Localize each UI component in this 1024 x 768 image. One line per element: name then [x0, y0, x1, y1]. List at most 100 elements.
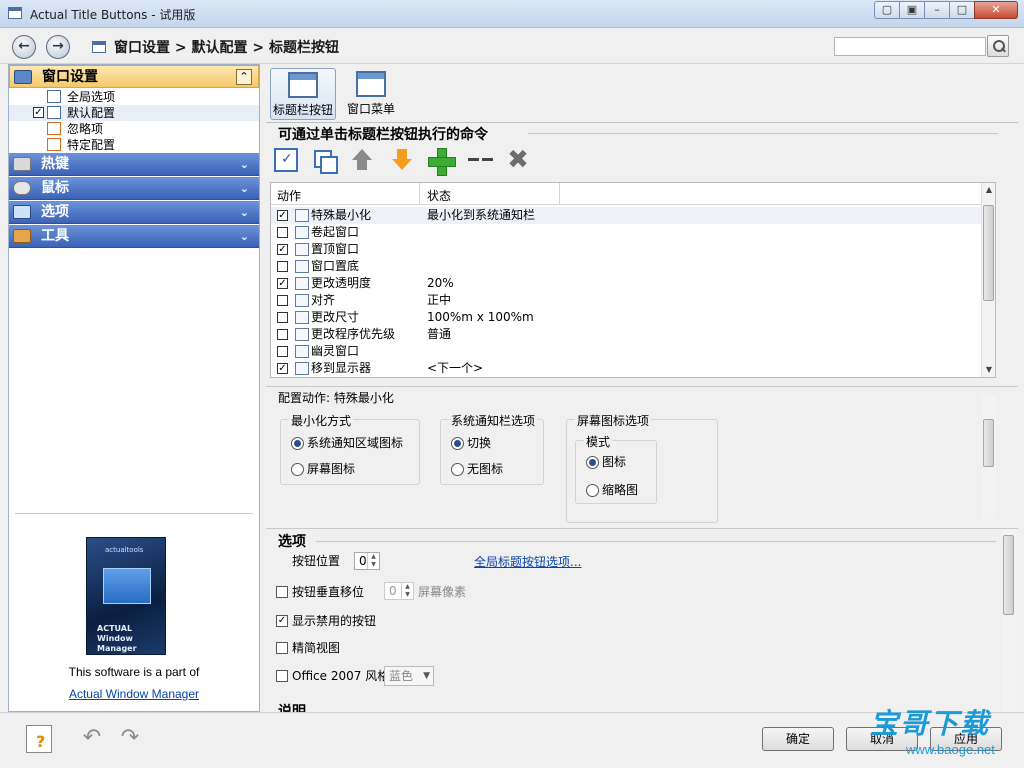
table-row[interactable]: 卷起窗口 — [271, 224, 983, 241]
delete-icon[interactable]: ✖ — [506, 147, 530, 173]
table-row[interactable]: 对齐 正中 — [271, 292, 983, 309]
table-row[interactable]: ✓ 特殊最小化 最小化到系统通知栏 — [271, 207, 983, 224]
forward-arrow-icon[interactable]: → — [46, 35, 70, 59]
exclusions-icon — [47, 122, 61, 135]
tree-item-default-config[interactable]: ✓ 默认配置 — [9, 105, 259, 121]
expand-icon[interactable]: ⌄ — [240, 225, 249, 248]
copy-icon[interactable] — [312, 148, 338, 174]
action-label: 移到显示器 — [311, 361, 372, 375]
tree-item-exclusions[interactable]: 忽略项 — [9, 121, 259, 137]
row-checkbox[interactable] — [277, 227, 288, 238]
radio-tray-icon[interactable]: 系统通知区域图标 — [291, 436, 403, 450]
action-state: 正中 — [427, 293, 452, 307]
vertical-offset-checkbox[interactable] — [276, 586, 288, 598]
sidebar-section-tools[interactable]: 工具 ⌄ — [9, 225, 259, 248]
row-checkbox[interactable]: ✓ — [277, 278, 288, 289]
move-down-icon[interactable] — [390, 148, 414, 172]
table-row[interactable]: 窗口置底 — [271, 258, 983, 275]
promo-link[interactable]: Actual Window Manager — [9, 687, 259, 701]
action-label: 特殊最小化 — [311, 208, 372, 222]
row-checkbox[interactable]: ✓ — [277, 210, 288, 221]
window-icon — [92, 41, 106, 53]
search-input[interactable] — [834, 37, 986, 56]
show-disabled-checkbox[interactable]: ✓ — [276, 615, 288, 627]
window-menu-icon — [356, 71, 386, 97]
tab-window-menu[interactable]: 窗口菜单 — [338, 68, 404, 120]
table-row[interactable]: ✓ 移到显示器 <下一个> — [271, 360, 983, 377]
title-custom-button-2[interactable]: ▣ — [899, 1, 925, 19]
options-scrollbar[interactable] — [1002, 529, 1016, 712]
row-checkbox[interactable] — [277, 329, 288, 340]
stepper-arrows-icon[interactable]: ▲ ▼ — [401, 583, 413, 599]
sidebar-section-mouse[interactable]: 鼠标 ⌄ — [9, 177, 259, 200]
commands-scrollbar[interactable]: ▲ ▼ — [981, 183, 995, 377]
row-checkbox[interactable] — [277, 261, 288, 272]
office-style-select[interactable]: 蓝色 ▼ — [384, 666, 434, 686]
row-checkbox[interactable]: ✓ — [277, 244, 288, 255]
scroll-down-icon[interactable]: ▼ — [982, 363, 996, 377]
title-custom-button[interactable]: ▢ — [874, 1, 900, 19]
row-checkbox[interactable] — [277, 312, 288, 323]
expand-icon[interactable]: ⌄ — [240, 201, 249, 224]
collapse-icon[interactable]: ⌃ — [236, 69, 252, 85]
action-state: <下一个> — [427, 361, 484, 375]
close-button[interactable]: ✕ — [974, 1, 1018, 19]
sidebar-section-window-settings[interactable]: 窗口设置 ⌃ — [9, 65, 259, 88]
sidebar-section-options[interactable]: 选项 ⌄ — [9, 201, 259, 224]
help-icon[interactable]: ? — [26, 725, 52, 753]
scroll-thumb[interactable] — [983, 419, 994, 467]
stepper-arrows-icon[interactable]: ▲ ▼ — [367, 553, 379, 569]
action-icon — [295, 260, 309, 273]
table-row[interactable]: 更改尺寸 100%m x 100%m — [271, 309, 983, 326]
config-scrollbar[interactable] — [982, 395, 996, 519]
search-icon[interactable] — [987, 35, 1009, 57]
row-checkbox[interactable] — [277, 295, 288, 306]
radio-toggle[interactable]: 切换 — [451, 436, 491, 450]
breadcrumb-text: 窗口设置 > 默认配置 > 标题栏按钮 — [114, 40, 339, 56]
specific-config-icon — [47, 138, 61, 151]
window-settings-icon — [14, 70, 32, 84]
radio-icon[interactable]: 图标 — [586, 455, 626, 469]
row-checkbox[interactable] — [277, 346, 288, 357]
tab-title-buttons[interactable]: 标题栏按钮 — [270, 68, 336, 120]
vertical-offset-stepper[interactable]: 0 ▲ ▼ — [384, 582, 414, 600]
action-label: 窗口置底 — [311, 259, 360, 273]
commands-table: 动作 状态 ✓ 特殊最小化 最小化到系统通知栏卷起窗口 ✓ 置顶窗口 窗口置底 ✓ 更改透明度… — [270, 182, 996, 378]
scroll-thumb[interactable] — [983, 205, 994, 301]
redo-icon[interactable]: ↷ — [116, 727, 144, 749]
radio-screen-icon[interactable]: 屏幕图标 — [291, 462, 355, 476]
table-row[interactable]: ✓ 更改透明度 20% — [271, 275, 983, 292]
undo-icon[interactable]: ↶ — [78, 727, 106, 749]
compact-view-checkbox[interactable] — [276, 642, 288, 654]
separator-icon[interactable] — [468, 148, 493, 172]
minimize-button[interactable]: – — [924, 1, 950, 19]
button-position-stepper[interactable]: 0 ▲ ▼ — [354, 552, 380, 570]
expand-icon[interactable]: ⌄ — [240, 153, 249, 176]
back-arrow-icon[interactable]: ← — [12, 35, 36, 59]
add-icon[interactable] — [428, 148, 456, 176]
office-style-checkbox[interactable] — [276, 670, 288, 682]
global-title-options-link[interactable]: 全局标题按钮选项... — [474, 553, 581, 570]
move-up-icon[interactable] — [350, 148, 374, 172]
tree-item-specific-config[interactable]: 特定配置 — [9, 137, 259, 153]
sidebar-section-hotkeys[interactable]: 热键 ⌄ — [9, 153, 259, 176]
maximize-button[interactable]: □ — [949, 1, 975, 19]
default-config-checkbox[interactable]: ✓ — [33, 107, 44, 118]
tree-item-global-options[interactable]: 全局选项 — [9, 89, 259, 105]
scroll-up-icon[interactable]: ▲ — [982, 183, 996, 197]
check-all-icon[interactable] — [274, 148, 298, 172]
radio-thumbnail[interactable]: 缩略图 — [586, 483, 638, 497]
table-row[interactable]: 幽灵窗口 — [271, 343, 983, 360]
scroll-thumb[interactable] — [1003, 535, 1014, 615]
expand-icon[interactable]: ⌄ — [240, 177, 249, 200]
table-row[interactable]: ✓ 置顶窗口 — [271, 241, 983, 258]
promo-text: This software is a part of — [68, 665, 200, 679]
column-state[interactable]: 状态 — [427, 187, 451, 204]
ok-button[interactable]: 确定 — [762, 727, 834, 751]
column-action[interactable]: 动作 — [277, 187, 301, 204]
row-checkbox[interactable]: ✓ — [277, 363, 288, 374]
table-row[interactable]: 更改程序优先级 普通 — [271, 326, 983, 343]
action-state: 最小化到系统通知栏 — [427, 208, 536, 222]
action-icon — [295, 209, 309, 222]
radio-no-icon[interactable]: 无图标 — [451, 462, 503, 476]
